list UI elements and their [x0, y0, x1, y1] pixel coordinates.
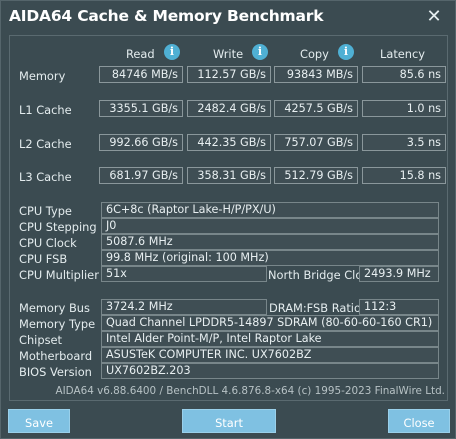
l2-read-value: 992.66 GB/s — [99, 134, 183, 151]
column-header-copy: Copy — [300, 47, 329, 61]
motherboard-label: Motherboard — [19, 349, 93, 363]
write-info-icon[interactable]: i — [252, 44, 268, 60]
window-close-icon[interactable]: ✕ — [419, 3, 449, 31]
row-label-l2-cache: L2 Cache — [19, 137, 72, 151]
memory-bus-label: Memory Bus — [19, 301, 90, 315]
column-header-write: Write — [213, 47, 244, 61]
cpu-fsb-value: 99.8 MHz (original: 100 MHz) — [101, 250, 439, 266]
memory-write-value: 112.57 GB/s — [187, 66, 271, 83]
memory-type-label: Memory Type — [19, 317, 96, 331]
start-benchmark-button[interactable]: Start Benchmark — [182, 409, 276, 433]
cpu-multiplier-label: CPU Multiplier — [19, 268, 99, 282]
dram-fsb-ratio-label: DRAM:FSB Ratio — [269, 301, 361, 315]
l1-write-value: 2482.4 GB/s — [187, 100, 271, 117]
memory-latency-value: 85.6 ns — [362, 66, 446, 83]
l3-read-value: 681.97 GB/s — [99, 167, 183, 184]
cpu-clock-value: 5087.6 MHz — [101, 234, 439, 250]
bios-version-label: BIOS Version — [19, 365, 92, 379]
cpu-type-label: CPU Type — [19, 204, 72, 218]
window-title: AIDA64 Cache & Memory Benchmark — [9, 7, 324, 25]
l2-copy-value: 757.07 GB/s — [274, 134, 358, 151]
cpu-multiplier-value: 51x — [101, 266, 267, 282]
cpu-type-value: 6C+8c (Raptor Lake-H/P/PX/U) — [101, 202, 439, 218]
cpu-fsb-label: CPU FSB — [19, 252, 68, 266]
dram-fsb-ratio-value: 112:3 — [359, 299, 439, 315]
memory-copy-value: 93843 MB/s — [274, 66, 358, 83]
close-button[interactable]: Close — [388, 409, 450, 433]
cpu-clock-label: CPU Clock — [19, 236, 77, 250]
bios-version-value: UX7602BZ.203 — [101, 363, 439, 379]
l3-copy-value: 512.79 GB/s — [274, 167, 358, 184]
north-bridge-clock-value: 2493.9 MHz — [359, 266, 439, 282]
l1-latency-value: 1.0 ns — [362, 100, 446, 117]
save-button[interactable]: Save — [8, 409, 70, 433]
row-label-memory: Memory — [19, 69, 66, 83]
row-label-l3-cache: L3 Cache — [19, 170, 72, 184]
copy-info-icon[interactable]: i — [338, 44, 354, 60]
chipset-value: Intel Alder Point-M/P, Intel Raptor Lake — [101, 331, 439, 347]
title-bar[interactable]: AIDA64 Cache & Memory Benchmark ✕ — [1, 1, 455, 35]
l1-copy-value: 4257.5 GB/s — [274, 100, 358, 117]
memory-bus-value: 3724.2 MHz — [101, 299, 267, 315]
memory-type-value: Quad Channel LPDDR5-14897 SDRAM (80-60-6… — [101, 315, 439, 331]
cpu-stepping-value: J0 — [101, 218, 439, 234]
benchmark-window: AIDA64 Cache & Memory Benchmark ✕ Read i… — [0, 0, 456, 439]
memory-read-value: 84746 MB/s — [99, 66, 183, 83]
read-info-icon[interactable]: i — [164, 44, 180, 60]
l2-latency-value: 3.5 ns — [362, 134, 446, 151]
row-label-l1-cache: L1 Cache — [19, 103, 72, 117]
column-header-latency: Latency — [380, 47, 426, 61]
motherboard-value: ASUSTeK COMPUTER INC. UX7602BZ — [101, 347, 439, 363]
l3-write-value: 358.31 GB/s — [187, 167, 271, 184]
chipset-label: Chipset — [19, 333, 62, 347]
l1-read-value: 3355.1 GB/s — [99, 100, 183, 117]
cpu-stepping-label: CPU Stepping — [19, 220, 97, 234]
l2-write-value: 442.35 GB/s — [187, 134, 271, 151]
copyright-footer: AIDA64 v6.88.6400 / BenchDLL 4.6.876.8-x… — [55, 385, 446, 397]
l3-latency-value: 15.8 ns — [362, 167, 446, 184]
column-header-read: Read — [126, 47, 155, 61]
